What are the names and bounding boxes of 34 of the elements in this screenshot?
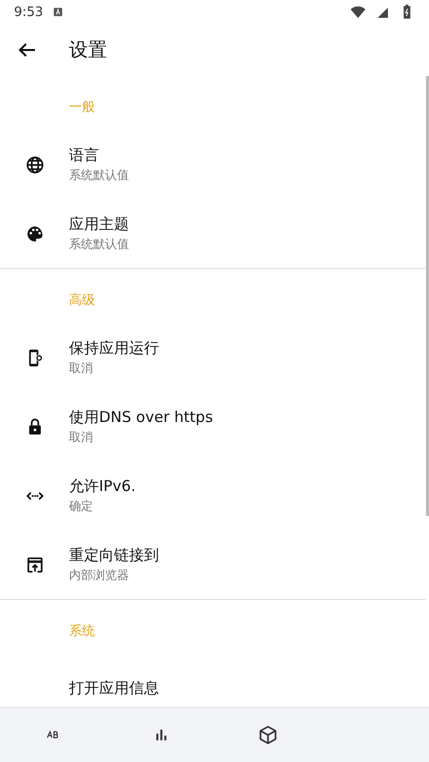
cube-icon — [258, 725, 278, 745]
item-summary: 确定 — [69, 498, 94, 514]
globe-icon — [24, 154, 44, 174]
settings-item[interactable]: 语言 系统默认值 — [0, 130, 426, 199]
page-title: 设置 — [69, 38, 107, 63]
scrollbar[interactable] — [426, 76, 429, 516]
item-title: 打开应用信息 — [69, 679, 159, 698]
settings-item[interactable]: 应用主题 系统默认值 — [0, 199, 426, 268]
item-summary: 内部浏览器 — [69, 566, 130, 584]
palette-icon — [24, 224, 44, 244]
settings-item[interactable]: 使用DNS over https 取消 — [0, 392, 426, 461]
item-title: 允许IPv6. — [69, 476, 136, 496]
item-summary: 取消 — [69, 428, 94, 446]
item-title: 保持应用运行 — [69, 338, 159, 358]
item-title: 语言 — [69, 146, 100, 164]
status-time: 9:53 — [14, 4, 44, 20]
wifi-icon — [350, 4, 366, 20]
section-header: 系统 — [68, 623, 96, 641]
back-arrow-icon — [18, 42, 36, 58]
settings-item[interactable]: 保持应用运行 取消 — [0, 323, 426, 392]
item-title: 重定向链接到 — [69, 546, 159, 564]
signal-icon — [376, 6, 389, 18]
item-summary: 取消 — [69, 360, 94, 376]
section-header: 一般 — [68, 99, 96, 117]
notification-icon — [53, 7, 64, 17]
settings-item[interactable]: 重定向链接到 内部浏览器 — [0, 530, 426, 599]
item-summary: 系统默认值 — [69, 236, 129, 252]
item-title: 使用DNS over https — [69, 408, 213, 426]
open-in-browser-icon — [24, 554, 44, 574]
item-title: 应用主题 — [69, 214, 129, 234]
settings-item[interactable]: 打开应用信息 — [0, 654, 426, 707]
settings-item[interactable]: 允许IPv6. 确定 — [0, 461, 426, 530]
section-header: 高级 — [68, 292, 96, 310]
item-summary: 系统默认值 — [69, 166, 129, 184]
